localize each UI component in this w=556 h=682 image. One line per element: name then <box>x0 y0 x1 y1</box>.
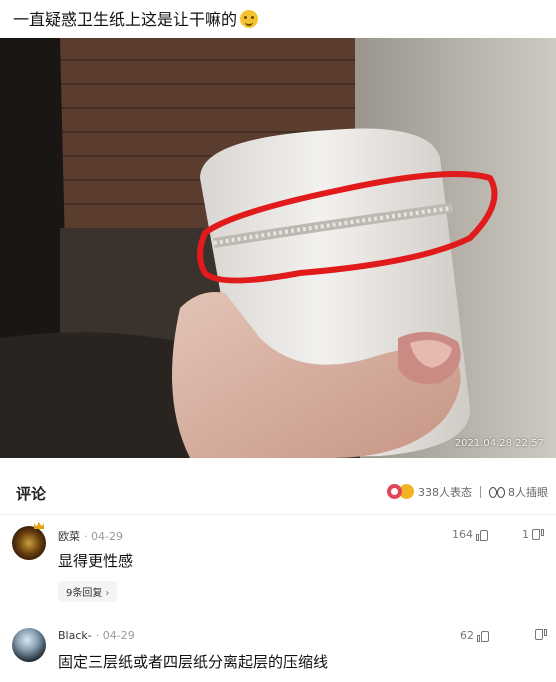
author-name[interactable]: 欧菜 <box>58 530 80 543</box>
crown-icon <box>34 522 44 529</box>
reactions-bar[interactable]: 338人表态 8人插眼 <box>387 483 548 500</box>
comment-item: 欧菜 · 04-29 164 1 显得更性感 9条回复 › <box>0 520 556 610</box>
reactions-count[interactable]: 338人表态 <box>418 484 472 500</box>
watchers-count[interactable]: 8人插眼 <box>508 484 548 500</box>
like-button[interactable]: 164 <box>452 528 488 541</box>
author-name[interactable]: Black- <box>58 629 92 642</box>
emoji-smile-icon <box>240 10 259 28</box>
top-cutoff-text: · · · <box>0 0 556 6</box>
like-count: 164 <box>452 528 473 541</box>
thumb-down-icon <box>535 629 547 641</box>
comments-title: 评论 <box>16 485 47 503</box>
thumb-down-icon <box>532 529 544 541</box>
reaction-heart-icon <box>387 484 402 499</box>
comment-date: · 04-29 <box>95 629 135 642</box>
comment-author[interactable]: 欧菜 · 04-29 <box>58 528 123 544</box>
avatar[interactable] <box>12 526 46 560</box>
dislike-count: 1 <box>522 528 529 541</box>
comment-text: 固定三层纸或者四层纸分离起层的压缩线 <box>58 653 329 671</box>
dislike-button[interactable]: 1 <box>522 528 544 541</box>
thumb-up-icon <box>476 529 488 541</box>
post-photo[interactable]: 2021.04.28 22:57 <box>0 38 556 458</box>
avatar[interactable] <box>12 628 46 662</box>
like-count: 62 <box>460 629 474 642</box>
comment-text: 显得更性感 <box>58 552 134 570</box>
comment-author[interactable]: Black- · 04-29 <box>58 629 135 642</box>
comments-header: 评论 338人表态 8人插眼 <box>0 470 556 515</box>
dislike-button[interactable] <box>532 629 547 641</box>
photo-timestamp: 2021.04.28 22:57 <box>454 438 544 449</box>
chevron-right-icon: › <box>105 588 110 599</box>
divider <box>480 485 481 498</box>
comment-item: Black- · 04-29 62 固定三层纸或者四层纸分离起层的压缩线 <box>0 620 556 682</box>
replies-button[interactable]: 9条回复 › <box>58 581 118 602</box>
photo-illustration <box>0 38 556 458</box>
post-title-text: 一直疑惑卫生纸上这是让干嘛的 <box>13 10 238 29</box>
eyes-icon <box>489 486 505 498</box>
like-button[interactable]: 62 <box>460 629 489 642</box>
comment-date: · 04-29 <box>84 530 123 543</box>
replies-label: 9条回复 <box>66 588 103 599</box>
thumb-up-icon <box>477 630 489 642</box>
post-title: 一直疑惑卫生纸上这是让干嘛的 <box>13 9 259 31</box>
